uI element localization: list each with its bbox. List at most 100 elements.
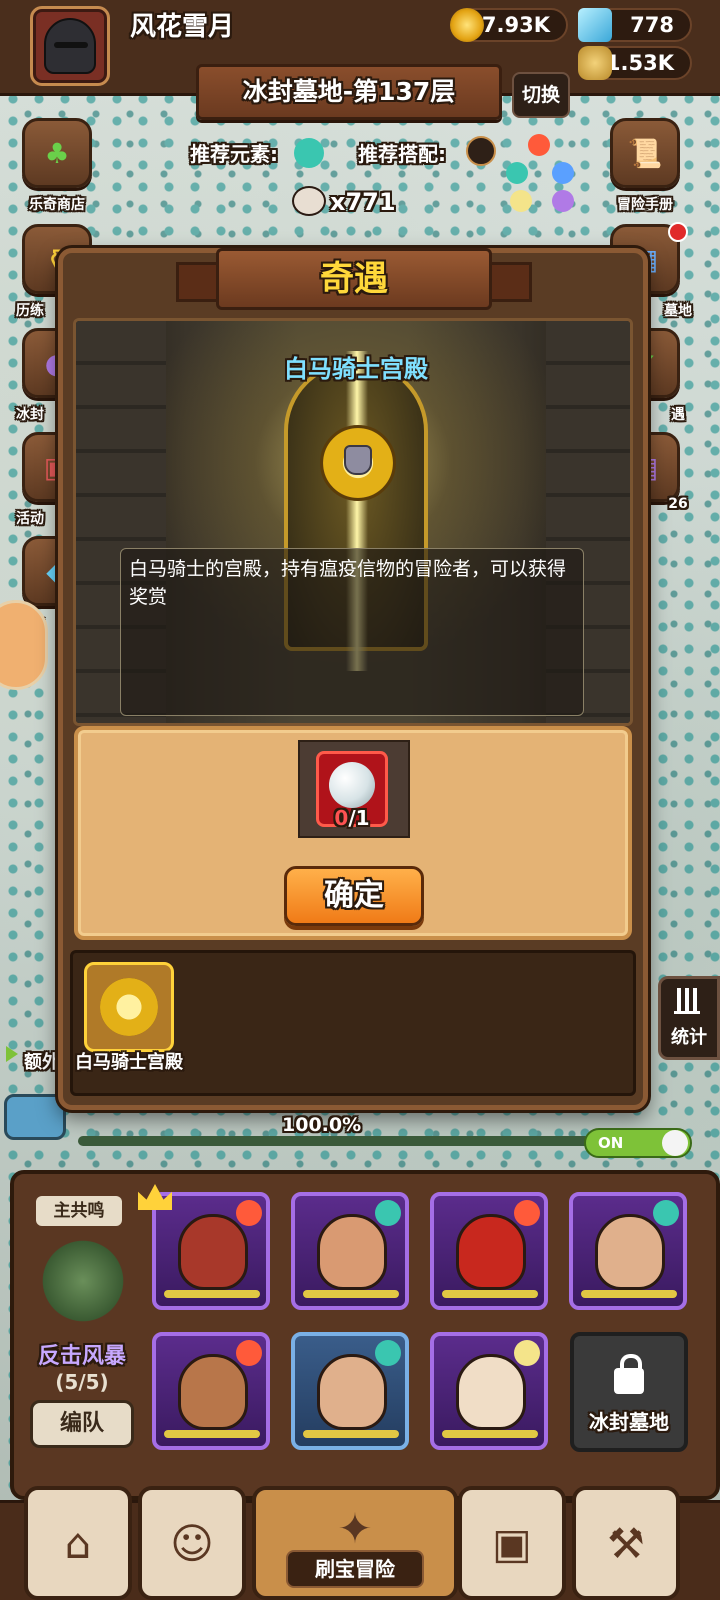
nav-adventure-label: 刷宝冒险 xyxy=(286,1550,424,1588)
hero-level-bar xyxy=(164,1430,260,1438)
potion-value: 1.53K xyxy=(605,51,674,75)
right-menu-label: 冒险手册 xyxy=(617,197,673,213)
player-name: 风花雪月 xyxy=(130,12,235,42)
nav-bag-button[interactable]: ▣ xyxy=(458,1486,566,1600)
fire-element-icon xyxy=(514,1200,540,1226)
clover-icon: ♣ xyxy=(44,136,70,170)
floating-assistant-bubble[interactable] xyxy=(0,600,48,690)
gold-coin-icon xyxy=(450,8,484,42)
light-element-icon xyxy=(510,190,532,212)
reward-current: 0 xyxy=(334,806,349,830)
hero-level-bar xyxy=(581,1290,677,1298)
title-ribbon-left xyxy=(176,262,220,302)
right-menu-label: 26 xyxy=(668,496,688,512)
gem-icon xyxy=(578,8,612,42)
nav-shop-button[interactable]: ⌂ xyxy=(24,1486,132,1600)
adventure-icon: ✦ xyxy=(337,1503,373,1553)
gold-counter[interactable]: 67.93K xyxy=(450,8,568,42)
hero-card[interactable] xyxy=(291,1192,409,1310)
progress-bar xyxy=(78,1136,590,1146)
hero-level-bar xyxy=(303,1430,399,1438)
resonance-mode-label: 主共鸣 xyxy=(36,1196,122,1226)
potion-counter[interactable]: 1.53K xyxy=(578,46,692,80)
locked-slot-label: 冰封墓地 xyxy=(589,1410,669,1434)
left-menu-label: 冰封 xyxy=(16,407,44,423)
devil-portrait xyxy=(456,1214,526,1290)
left-menu-label: 乐奇商店 xyxy=(29,197,85,213)
lucky-shop-button[interactable]: ♣ xyxy=(22,118,92,188)
scroll-icon: 📜 xyxy=(627,136,663,170)
wind-element-icon xyxy=(375,1340,401,1366)
encounter-description: 白马骑士的宫殿，持有瘟疫信物的冒险者，可以获得奖赏 xyxy=(120,548,584,716)
water-element-icon xyxy=(552,162,574,184)
gem-value: 778 xyxy=(630,13,674,37)
wind-element-icon xyxy=(375,1200,401,1226)
fire-element-icon xyxy=(236,1200,262,1226)
confirm-button[interactable]: 确定 xyxy=(284,866,424,926)
history-item-label: 白马骑士宫殿 xyxy=(75,1052,183,1073)
modal-title: 奇遇 xyxy=(216,248,492,310)
suit-man-portrait xyxy=(595,1214,665,1290)
left-menu-label: 历练 xyxy=(16,303,44,319)
armor-icon xyxy=(344,445,372,475)
treasure-chest-icon[interactable] xyxy=(4,1094,66,1140)
pirate-portrait xyxy=(317,1354,387,1430)
kill-count: x771 xyxy=(330,188,396,216)
reward-total: /1 xyxy=(348,806,370,830)
skull-icon xyxy=(292,186,326,216)
hero-card[interactable] xyxy=(430,1192,548,1310)
left-menu-label: 活动 xyxy=(16,511,44,527)
nav-hero-button[interactable]: ☺ xyxy=(138,1486,246,1600)
hero-level-bar xyxy=(303,1290,399,1298)
talent-count: (5/5) xyxy=(55,1370,109,1394)
bag-icon: ▣ xyxy=(492,1518,532,1568)
talent-emblem-icon[interactable] xyxy=(34,1236,132,1326)
gem-counter[interactable]: 778 xyxy=(578,8,692,42)
turban-portrait xyxy=(178,1354,248,1430)
right-menu-label: 墓地 xyxy=(664,303,692,319)
scene-title: 白马骑士宫殿 xyxy=(284,355,428,383)
notification-dot xyxy=(668,222,688,242)
forge-icon: ⚒ xyxy=(607,1518,645,1568)
wind-element-icon xyxy=(653,1200,679,1226)
stage-title: 冰封墓地-第137层 xyxy=(196,64,502,120)
wind-element-icon xyxy=(506,162,528,184)
switch-stage-button[interactable]: 切换 xyxy=(512,72,570,118)
hero-icon: ☺ xyxy=(170,1518,214,1568)
hero-level-bar xyxy=(442,1430,538,1438)
recommended-combo-label: 推荐搭配: xyxy=(358,142,446,166)
hero-card[interactable] xyxy=(569,1192,687,1310)
bar-chart-icon xyxy=(674,988,700,1014)
fire-element-icon xyxy=(528,134,550,156)
recommended-element-label: 推荐元素: xyxy=(190,142,278,166)
progress-text: 100.0% xyxy=(282,1114,362,1136)
shop-icon: ⌂ xyxy=(64,1518,92,1568)
adventure-manual-button[interactable]: 📜 xyxy=(610,118,680,188)
hero-level-bar xyxy=(164,1290,260,1298)
right-menu-label: 遇 xyxy=(671,407,685,423)
dark-element-icon xyxy=(552,190,574,212)
title-ribbon-right xyxy=(488,262,532,302)
hero-level-bar xyxy=(442,1290,538,1298)
toggle-knob xyxy=(662,1130,688,1156)
wind-element-icon xyxy=(294,138,324,168)
hero-card[interactable] xyxy=(430,1332,548,1450)
formation-button[interactable]: 编队 xyxy=(30,1400,134,1448)
talent-name: 反击风暴 xyxy=(37,1344,126,1369)
helmet-icon xyxy=(44,18,96,74)
pearl-icon xyxy=(329,762,375,808)
hero-card[interactable] xyxy=(152,1332,270,1450)
red-demon-portrait xyxy=(178,1214,248,1290)
reward-count: 0/1 xyxy=(316,806,388,830)
king-portrait xyxy=(456,1354,526,1430)
extra-tag: 额外 xyxy=(24,1052,60,1073)
knight-emblem-icon xyxy=(100,978,158,1036)
potion-icon xyxy=(578,46,612,80)
fire-element-icon xyxy=(236,1340,262,1366)
light-element-icon xyxy=(514,1340,540,1366)
lock-icon xyxy=(614,1354,644,1394)
hero-card[interactable] xyxy=(291,1332,409,1450)
nav-forge-button[interactable]: ⚒ xyxy=(572,1486,680,1600)
warning-icon[interactable] xyxy=(466,136,496,166)
samurai-portrait xyxy=(317,1214,387,1290)
